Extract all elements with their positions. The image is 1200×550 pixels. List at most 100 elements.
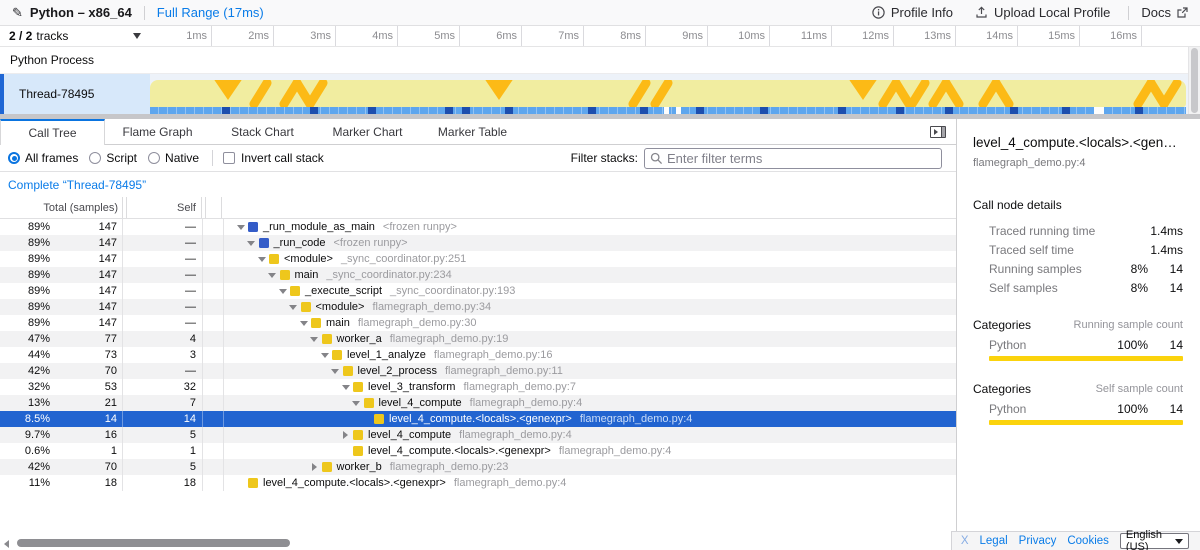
call-tree-row[interactable]: 32%5332level_3_transformflamegraph_demo.… — [0, 379, 956, 395]
call-tree-row[interactable]: 89%147—<module>flamegraph_demo.py:34 — [0, 299, 956, 315]
function-name: <module> — [316, 301, 365, 313]
triangle-icon — [934, 129, 938, 135]
radio-script[interactable]: Script — [89, 151, 137, 165]
total-samples: 70 — [50, 461, 122, 473]
profile-info-button[interactable]: Profile Info — [872, 5, 953, 20]
sidebar-toggle-icon[interactable] — [930, 126, 946, 138]
footer-link-privacy[interactable]: Privacy — [1019, 535, 1057, 547]
breadcrumb-complete-link[interactable]: Complete “Thread-78495” — [8, 178, 146, 192]
dark-sample-segment — [368, 107, 376, 114]
expand-arrow-icon[interactable] — [328, 369, 343, 374]
radio-label: Native — [165, 151, 199, 165]
scrollbar-thumb[interactable] — [17, 539, 290, 547]
edit-pencil-icon[interactable]: ✎ — [12, 5, 23, 21]
expand-arrow-icon[interactable] — [307, 463, 322, 471]
spacer-cell — [203, 443, 224, 459]
language-select[interactable]: English (US) — [1120, 533, 1189, 549]
footer-link-cookies[interactable]: Cookies — [1067, 535, 1109, 547]
radio-icon[interactable] — [89, 152, 101, 164]
thread-track-label[interactable]: Thread-78495 — [0, 74, 150, 114]
source-location: _sync_coordinator.py:234 — [326, 269, 451, 281]
call-tree-row[interactable]: 11%1818level_4_compute.<locals>.<genexpr… — [0, 475, 956, 491]
scrollbar-thumb[interactable] — [1191, 48, 1198, 113]
timeline-tick: 4ms — [336, 26, 398, 46]
category-color-square — [311, 318, 321, 328]
tab-flame-graph[interactable]: Flame Graph — [105, 119, 210, 144]
tab-marker-chart[interactable]: Marker Chart — [315, 119, 420, 144]
checkbox-icon[interactable] — [223, 152, 235, 164]
timeline-tick-label: 13ms — [924, 30, 951, 42]
call-tree-row[interactable]: 89%147—<module>_sync_coordinator.py:251 — [0, 251, 956, 267]
category-row: Python100%14 — [957, 399, 1200, 418]
call-tree-row[interactable]: 89%147—mainflamegraph_demo.py:30 — [0, 315, 956, 331]
expand-arrow-icon[interactable] — [254, 257, 269, 262]
expand-arrow-icon[interactable] — [317, 353, 332, 358]
total-percent: 47% — [0, 333, 50, 345]
call-tree-row[interactable]: 13%217level_4_computeflamegraph_demo.py:… — [0, 395, 956, 411]
spacer-cell — [203, 315, 224, 331]
expand-arrow-icon[interactable] — [265, 273, 280, 278]
expand-arrow-icon[interactable] — [286, 305, 301, 310]
thread-track-graph[interactable] — [150, 74, 1188, 114]
footer-link-legal[interactable]: Legal — [980, 535, 1008, 547]
tab-call-tree[interactable]: Call Tree — [0, 119, 105, 145]
self-cell: — — [123, 251, 203, 267]
scroll-left-arrow-icon[interactable] — [4, 540, 9, 548]
total-cell: 89%147 — [0, 219, 123, 235]
process-track-header[interactable]: Python Process — [0, 47, 1188, 74]
call-tree-row[interactable]: 42%705worker_bflamegraph_demo.py:23 — [0, 459, 956, 475]
tree-cell: mainflamegraph_demo.py:30 — [224, 315, 956, 331]
invert-call-stack-checkbox[interactable]: Invert call stack — [223, 151, 324, 165]
timeline-tick-label: 15ms — [1048, 30, 1075, 42]
timeline-tick: 16ms — [1080, 26, 1142, 46]
expand-arrow-icon[interactable] — [244, 241, 259, 246]
radio-icon[interactable] — [8, 152, 20, 164]
upload-profile-button[interactable]: Upload Local Profile — [975, 5, 1110, 20]
radio-all-frames[interactable]: All frames — [8, 151, 78, 165]
column-header-self[interactable]: Self — [127, 197, 202, 218]
call-tree-row[interactable]: 89%147—main_sync_coordinator.py:234 — [0, 267, 956, 283]
radio-label: Script — [106, 151, 137, 165]
tracks-dropdown[interactable]: 2 / 2 tracks — [0, 26, 150, 46]
expand-arrow-icon[interactable] — [275, 289, 290, 294]
self-cell: 5 — [123, 427, 203, 443]
call-tree-row[interactable]: 8.5%1414level_4_compute.<locals>.<genexp… — [0, 411, 956, 427]
total-samples: 147 — [50, 269, 122, 281]
expand-arrow-icon[interactable] — [338, 385, 353, 390]
timeline-tick-label: 7ms — [558, 30, 579, 42]
tab-marker-table[interactable]: Marker Table — [420, 119, 525, 144]
call-tree-row[interactable]: 0.6%11level_4_compute.<locals>.<genexpr>… — [0, 443, 956, 459]
column-header-total[interactable]: Total (samples) — [0, 197, 123, 218]
call-tree-row[interactable]: 47%774worker_aflamegraph_demo.py:19 — [0, 331, 956, 347]
categories-title: Categories — [973, 318, 1074, 332]
footer-close-button[interactable]: X — [961, 535, 969, 547]
expand-arrow-icon[interactable] — [296, 321, 311, 326]
main-panel: Call TreeFlame GraphStack ChartMarker Ch… — [0, 119, 956, 550]
call-tree-row[interactable]: 89%147—_run_code<frozen runpy> — [0, 235, 956, 251]
tracks-panel: Python Process Thread-78495 — [0, 47, 1200, 114]
tab-stack-chart[interactable]: Stack Chart — [210, 119, 315, 144]
expand-arrow-icon[interactable] — [349, 401, 364, 406]
source-location: flamegraph_demo.py:19 — [390, 333, 509, 345]
expand-arrow-icon[interactable] — [338, 431, 353, 439]
spacer-cell — [203, 379, 224, 395]
call-tree-row[interactable]: 89%147—_execute_script_sync_coordinator.… — [0, 283, 956, 299]
full-range-link[interactable]: Full Range (17ms) — [157, 5, 264, 20]
expand-arrow-icon[interactable] — [307, 337, 322, 342]
tracks-vertical-scrollbar[interactable] — [1188, 47, 1200, 114]
radio-icon[interactable] — [148, 152, 160, 164]
radio-native[interactable]: Native — [148, 151, 199, 165]
total-samples: 14 — [50, 413, 122, 425]
call-tree-row[interactable]: 44%733level_1_analyzeflamegraph_demo.py:… — [0, 347, 956, 363]
filter-search-input[interactable] — [667, 151, 936, 166]
filter-search-box[interactable] — [644, 148, 942, 169]
docs-link[interactable]: Docs — [1141, 5, 1188, 20]
call-tree-row[interactable]: 42%70—level_2_processflamegraph_demo.py:… — [0, 363, 956, 379]
call-tree-row[interactable]: 89%147—_run_module_as_main<frozen runpy> — [0, 219, 956, 235]
category-color-square — [259, 238, 269, 248]
call-tree-row[interactable]: 9.7%165level_4_computeflamegraph_demo.py… — [0, 427, 956, 443]
dark-sample-segment — [838, 107, 846, 114]
expand-arrow-icon[interactable] — [233, 225, 248, 230]
horizontal-scrollbar[interactable] — [0, 536, 956, 550]
upload-icon — [975, 6, 988, 19]
